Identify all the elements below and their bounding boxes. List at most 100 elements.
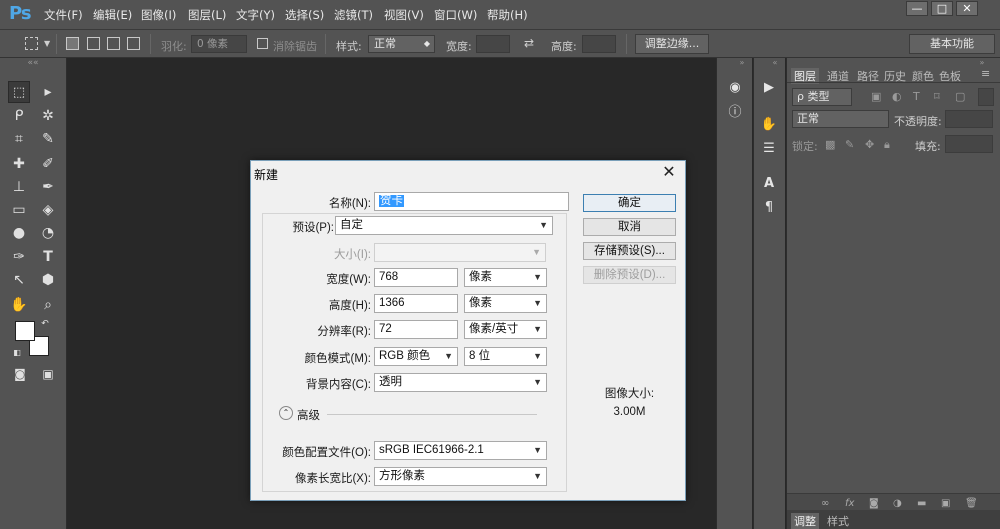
minimize-button[interactable]: — — [906, 1, 928, 16]
smart-object-filter-icon[interactable]: ▢ — [955, 90, 965, 103]
menu-view[interactable]: 视图(V) — [384, 7, 424, 23]
preset-select[interactable]: 自定 ▼ — [335, 216, 553, 235]
default-colors-icon[interactable]: ◧ — [11, 347, 23, 359]
restore-button[interactable]: □ — [931, 1, 953, 16]
new-group-icon[interactable]: ▬ — [917, 498, 926, 509]
dodge-tool-icon[interactable]: ◔ — [37, 222, 59, 244]
swap-colors-icon[interactable]: ↶ — [38, 318, 52, 330]
layer-filter-select[interactable]: ρ 类型 — [792, 88, 852, 106]
info-panel-icon[interactable]: ◉ — [724, 78, 746, 98]
menu-window[interactable]: 窗口(W) — [434, 7, 477, 23]
history-brush-tool-icon[interactable]: ✒ — [37, 176, 59, 198]
character-panel-icon[interactable]: A — [758, 174, 780, 194]
layer-style-icon[interactable]: fx — [845, 498, 854, 509]
blend-mode-select[interactable]: 正常 — [792, 110, 889, 128]
tab-adjustments[interactable]: 调整 — [791, 513, 819, 529]
height-unit-select[interactable]: 像素 ▼ — [464, 294, 547, 313]
add-selection-icon[interactable] — [87, 37, 100, 50]
menu-select[interactable]: 选择(S) — [285, 7, 324, 23]
subtract-selection-icon[interactable] — [107, 37, 120, 50]
menu-image[interactable]: 图像(I) — [141, 7, 176, 23]
menu-filter[interactable]: 滤镜(T) — [334, 7, 373, 23]
bit-depth-select[interactable]: 8 位 ▼ — [464, 347, 547, 366]
fill-input[interactable] — [945, 135, 993, 153]
add-mask-icon[interactable]: ◙ — [869, 498, 879, 509]
new-selection-icon[interactable] — [66, 37, 79, 50]
delete-layer-icon[interactable]: 🗑︎ — [965, 498, 978, 509]
clone-stamp-tool-icon[interactable]: ⊥ — [8, 176, 30, 198]
healing-brush-tool-icon[interactable]: ✚ — [8, 153, 30, 175]
lock-position-icon[interactable]: ✥ — [865, 138, 874, 151]
filter-toggle[interactable] — [978, 88, 994, 106]
background-select[interactable]: 透明 ▼ — [374, 373, 547, 392]
foreground-color-swatch[interactable] — [15, 321, 35, 341]
panel-menu-icon[interactable]: ≡ — [981, 67, 990, 80]
resolution-unit-select[interactable]: 像素/英寸 ▼ — [464, 320, 547, 339]
path-selection-tool-icon[interactable]: ↖ — [8, 269, 30, 291]
brush-preset-icon[interactable]: ✋ — [758, 115, 780, 135]
menu-file[interactable]: 文件(F) — [44, 7, 83, 23]
color-profile-select[interactable]: sRGB IEC61966-2.1 ▼ — [374, 441, 547, 460]
lock-all-icon[interactable]: 🔒︎ — [884, 138, 890, 152]
quick-mask-icon[interactable]: ◙ — [9, 363, 31, 385]
collapse-advanced-icon[interactable]: ⌃ — [279, 406, 293, 420]
lock-pixels-icon[interactable]: ✎ — [845, 138, 854, 151]
collapse-arrows-icon[interactable]: » — [731, 58, 753, 68]
marquee-preset-icon[interactable] — [25, 37, 38, 50]
lock-transparent-icon[interactable]: ▩ — [825, 138, 835, 151]
tab-styles[interactable]: 样式 — [827, 513, 849, 529]
lasso-tool-icon[interactable]: ᑭ — [8, 105, 30, 127]
hand-tool-icon[interactable]: ✋ — [8, 294, 30, 316]
menu-type[interactable]: 文字(Y) — [236, 7, 275, 23]
eraser-tool-icon[interactable]: ▭ — [8, 199, 30, 221]
pixel-aspect-select[interactable]: 方形像素 ▼ — [374, 467, 547, 486]
brush-tool-icon[interactable]: ✐ — [37, 153, 59, 175]
shape-tool-icon[interactable]: ⬢ — [37, 269, 59, 291]
resolution-input[interactable]: 72 — [374, 320, 458, 339]
move-tool-icon[interactable]: ▸ — [37, 81, 59, 103]
height-input[interactable] — [582, 35, 616, 53]
collapse-arrows-icon[interactable]: « — [764, 58, 786, 68]
menu-layer[interactable]: 图层(L) — [188, 7, 226, 23]
chevron-down-icon[interactable]: ▼ — [44, 39, 50, 48]
paragraph-panel-icon[interactable]: ¶ — [758, 198, 780, 218]
cancel-button[interactable]: 取消 — [583, 218, 676, 236]
ok-button[interactable]: 确定 — [583, 194, 676, 212]
workspace-select[interactable]: 基本功能 — [909, 34, 995, 54]
width-input[interactable] — [476, 35, 510, 53]
blur-tool-icon[interactable]: ● — [8, 222, 30, 244]
menu-edit[interactable]: 编辑(E) — [93, 7, 132, 23]
style-select[interactable]: 正常 ◆ — [368, 35, 435, 53]
adjustment-layer-icon[interactable]: ◑ — [893, 498, 902, 509]
swap-icon[interactable]: ⇄ — [524, 36, 534, 50]
screen-mode-icon[interactable]: ▣ — [37, 363, 59, 385]
opacity-input[interactable] — [945, 110, 993, 128]
height-input[interactable]: 1366 — [374, 294, 458, 313]
crop-tool-icon[interactable]: ⌗ — [8, 128, 30, 150]
info-circle-icon[interactable]: ⓘ — [724, 103, 746, 123]
antialias-checkbox[interactable] — [257, 38, 268, 49]
width-input[interactable]: 768 — [374, 268, 458, 287]
play-actions-icon[interactable]: ▶ — [758, 78, 780, 98]
close-icon[interactable]: ✕ — [659, 163, 679, 183]
shape-filter-icon[interactable]: ⌑ — [934, 90, 940, 103]
type-filter-icon[interactable]: T — [913, 90, 920, 103]
pixel-filter-icon[interactable]: ▣ — [871, 90, 881, 103]
refine-edge-button[interactable]: 调整边缘... — [635, 34, 709, 54]
color-mode-select[interactable]: RGB 颜色 ▼ — [374, 347, 458, 366]
intersect-selection-icon[interactable] — [127, 37, 140, 50]
adjustment-filter-icon[interactable]: ◐ — [892, 90, 902, 103]
pen-tool-icon[interactable]: ✑ — [8, 246, 30, 268]
save-preset-button[interactable]: 存储预设(S)... — [583, 242, 676, 260]
rect-marquee-tool-icon[interactable]: ⬚ — [8, 81, 30, 103]
close-window-button[interactable]: ✕ — [956, 1, 978, 16]
menu-help[interactable]: 帮助(H) — [487, 7, 528, 23]
name-input[interactable]: 贺卡 — [374, 192, 569, 211]
toolbox-collapse-icon[interactable]: «« — [22, 58, 44, 68]
feather-input[interactable]: 0 像素 — [191, 35, 247, 53]
width-unit-select[interactable]: 像素 ▼ — [464, 268, 547, 287]
new-layer-icon[interactable]: ▣ — [941, 498, 950, 509]
type-tool-icon[interactable]: T — [37, 246, 59, 268]
paint-bucket-tool-icon[interactable]: ◈ — [37, 199, 59, 221]
magic-wand-tool-icon[interactable]: ✲ — [37, 105, 59, 127]
